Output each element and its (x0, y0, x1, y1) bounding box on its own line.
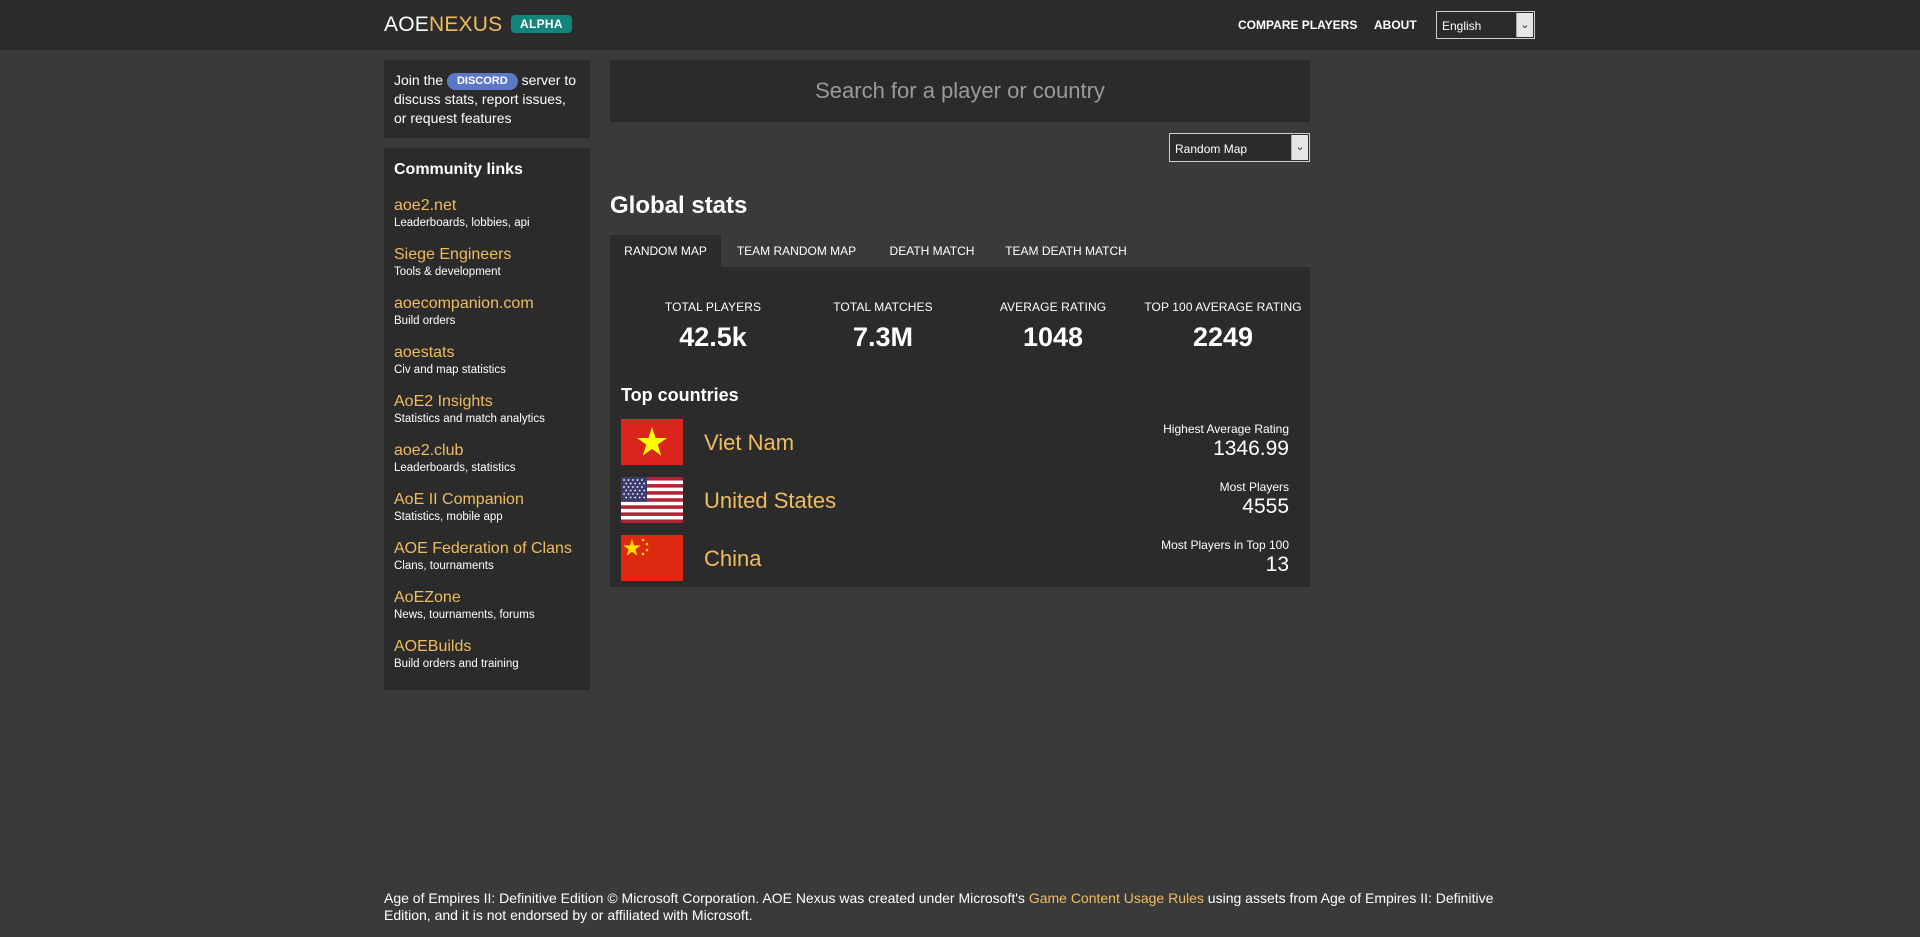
top-navbar: AOENEXUS ALPHA COMPARE PLAYERS ABOUT Eng… (0, 0, 1920, 50)
footer-disclaimer: Age of Empires II: Definitive Edition © … (384, 890, 1536, 924)
community-link-desc: Build orders (394, 315, 456, 327)
china-flag-icon (621, 535, 683, 581)
community-link-name[interactable]: aoecompanion.com (394, 295, 584, 313)
usa-flag-icon (621, 477, 683, 523)
language-select[interactable]: English ⌄ (1436, 11, 1535, 39)
nav-compare-players[interactable]: COMPARE PLAYERS (1238, 18, 1357, 32)
footer-usage-rules-link[interactable]: Game Content Usage Rules (1029, 890, 1204, 906)
stat-value: 1048 (1022, 322, 1084, 352)
global-stats-panel: TOTAL PLAYERS 42.5k TOTAL MATCHES 7.3M A… (610, 267, 1310, 587)
footer-text-pre: Age of Empires II: Definitive Edition © … (384, 890, 1025, 906)
stat-label: TOP 100 AVERAGE RATING (1144, 300, 1302, 314)
country-name-link[interactable]: United States (704, 488, 836, 514)
country-name-link[interactable]: China (704, 546, 761, 572)
community-link-desc: News, tournaments, forums (394, 609, 535, 621)
community-link-item[interactable]: Siege Engineers Tools & development (394, 246, 584, 279)
nav-about[interactable]: ABOUT (1374, 18, 1417, 32)
country-row: United States Most Players 4555 (621, 477, 1289, 523)
community-link-desc: Statistics and match analytics (394, 413, 545, 425)
community-link-name[interactable]: AoEZone (394, 589, 584, 607)
community-link-name[interactable]: AOEBuilds (394, 638, 584, 656)
community-link-item[interactable]: aoecompanion.com Build orders (394, 295, 584, 328)
community-links-panel: Community links aoe2.net Leaderboards, l… (384, 148, 590, 690)
community-link-item[interactable]: AOE Federation of Clans Clans, tournamen… (394, 540, 584, 573)
search-input[interactable] (610, 60, 1310, 122)
community-links-title: Community links (394, 161, 523, 178)
stat-label: TOTAL PLAYERS (664, 300, 762, 314)
country-stat-value: 4555 (1242, 495, 1289, 518)
stat-average-rating: AVERAGE RATING 1048 (968, 300, 1138, 353)
map-type-select-value: Random Map (1175, 142, 1248, 156)
language-select-value: English (1442, 19, 1482, 33)
country-stat: Most Players 4555 (1220, 480, 1289, 519)
community-link-item[interactable]: AoEZone News, tournaments, forums (394, 589, 584, 622)
country-name-link[interactable]: Viet Nam (704, 430, 794, 456)
community-link-item[interactable]: aoe2.net Leaderboards, lobbies, api (394, 197, 584, 230)
tab-random-map[interactable]: RANDOM MAP (610, 235, 721, 267)
top-countries-title: Top countries (621, 385, 739, 405)
community-link-desc: Tools & development (394, 266, 501, 278)
country-stat: Most Players in Top 100 13 (1161, 538, 1289, 577)
stat-top100-average-rating: TOP 100 AVERAGE RATING 2249 (1138, 300, 1308, 353)
discord-text-pre: Join the (394, 72, 444, 88)
community-link-name[interactable]: Siege Engineers (394, 246, 584, 264)
community-link-item[interactable]: aoe2.club Leaderboards, statistics (394, 442, 584, 475)
community-link-name[interactable]: aoestats (394, 344, 584, 362)
community-link-name[interactable]: AoE II Companion (394, 491, 584, 509)
community-link-desc: Build orders and training (394, 658, 519, 670)
community-link-desc: Leaderboards, statistics (394, 462, 516, 474)
community-link-desc: Leaderboards, lobbies, api (394, 217, 530, 229)
site-logo[interactable]: AOENEXUS (384, 13, 502, 37)
tab-death-match[interactable]: DEATH MATCH (877, 235, 987, 267)
alpha-badge: ALPHA (511, 15, 572, 33)
chevron-down-icon: ⌄ (1291, 135, 1308, 160)
chevron-down-icon: ⌄ (1516, 13, 1533, 37)
country-row: China Most Players in Top 100 13 (621, 535, 1289, 581)
stat-total-players: TOTAL PLAYERS 42.5k (628, 300, 798, 353)
community-link-desc: Statistics, mobile app (394, 511, 503, 523)
tab-team-death-match[interactable]: TEAM DEATH MATCH (996, 235, 1136, 267)
country-stat: Highest Average Rating 1346.99 (1163, 422, 1289, 461)
map-type-select[interactable]: Random Map ⌄ (1169, 133, 1310, 162)
community-link-item[interactable]: aoestats Civ and map statistics (394, 344, 584, 377)
community-link-item[interactable]: AoE II Companion Statistics, mobile app (394, 491, 584, 524)
community-link-item[interactable]: AOEBuilds Build orders and training (394, 638, 584, 671)
country-stat-value: 13 (1265, 553, 1289, 576)
vietnam-flag-icon (621, 419, 683, 465)
logo-text-aoe: AOE (384, 13, 429, 36)
stat-label: AVERAGE RATING (999, 300, 1107, 314)
community-link-name[interactable]: AoE2 Insights (394, 393, 584, 411)
country-stat-label: Highest Average Rating (1163, 422, 1289, 436)
stat-label: TOTAL MATCHES (833, 300, 933, 314)
country-stat-label: Most Players in Top 100 (1161, 538, 1289, 552)
community-link-name[interactable]: AOE Federation of Clans (394, 540, 584, 558)
country-row: Viet Nam Highest Average Rating 1346.99 (621, 419, 1289, 465)
page-title: Global stats (610, 192, 748, 219)
discord-callout: Join the DISCORD server to discuss stats… (384, 60, 590, 138)
country-stat-label: Most Players (1219, 480, 1289, 494)
community-link-desc: Clans, tournaments (394, 560, 494, 572)
community-link-name[interactable]: aoe2.net (394, 197, 584, 215)
community-link-name[interactable]: aoe2.club (394, 442, 584, 460)
community-link-desc: Civ and map statistics (394, 364, 506, 376)
community-link-item[interactable]: AoE2 Insights Statistics and match analy… (394, 393, 584, 426)
stat-value: 7.3M (852, 322, 914, 352)
tab-team-random-map[interactable]: TEAM RANDOM MAP (725, 235, 868, 267)
country-stat-value: 1346.99 (1213, 437, 1289, 460)
stat-total-matches: TOTAL MATCHES 7.3M (798, 300, 968, 353)
logo-text-nexus: NEXUS (428, 13, 503, 36)
stat-value: 2249 (1192, 322, 1254, 352)
stat-value: 42.5k (679, 322, 747, 352)
discord-link-badge[interactable]: DISCORD (446, 73, 518, 90)
